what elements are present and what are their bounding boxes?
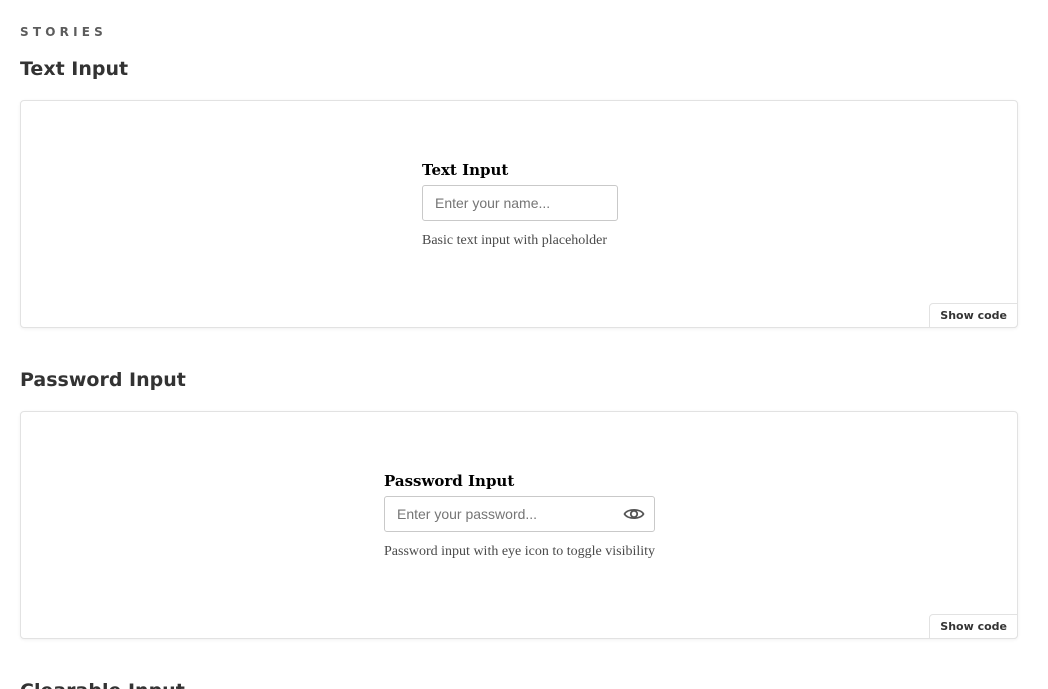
- show-code-button[interactable]: Show code: [929, 303, 1018, 328]
- password-input-box: [384, 496, 655, 532]
- show-code-button[interactable]: Show code: [929, 614, 1018, 639]
- story-preview-text-input: Text Input Basic text input with placeho…: [20, 100, 1018, 328]
- text-input-box: [422, 185, 618, 221]
- field-label: Text Input: [422, 161, 509, 179]
- help-text: Basic text input with placeholder: [422, 233, 608, 248]
- story-title-password-input: Password Input: [20, 369, 186, 391]
- story-preview-password-input: Password Input Password input with eye i…: [20, 411, 1018, 639]
- help-text: Password input with eye icon to toggle v…: [384, 544, 656, 559]
- name-input[interactable]: [423, 186, 617, 220]
- eye-icon[interactable]: [622, 504, 646, 524]
- text-input-example: Text Input Basic text input with placeho…: [422, 161, 618, 249]
- password-input[interactable]: [385, 497, 654, 531]
- stories-page: STORIES Text Input Text Input Basic text…: [0, 0, 1048, 689]
- field-label: Password Input: [384, 472, 515, 490]
- password-input-example: Password Input Password input with eye i…: [384, 472, 655, 560]
- section-label: STORIES: [20, 25, 107, 39]
- story-title-clearable-input: Clearable Input: [20, 680, 185, 689]
- story-title-text-input: Text Input: [20, 58, 129, 80]
